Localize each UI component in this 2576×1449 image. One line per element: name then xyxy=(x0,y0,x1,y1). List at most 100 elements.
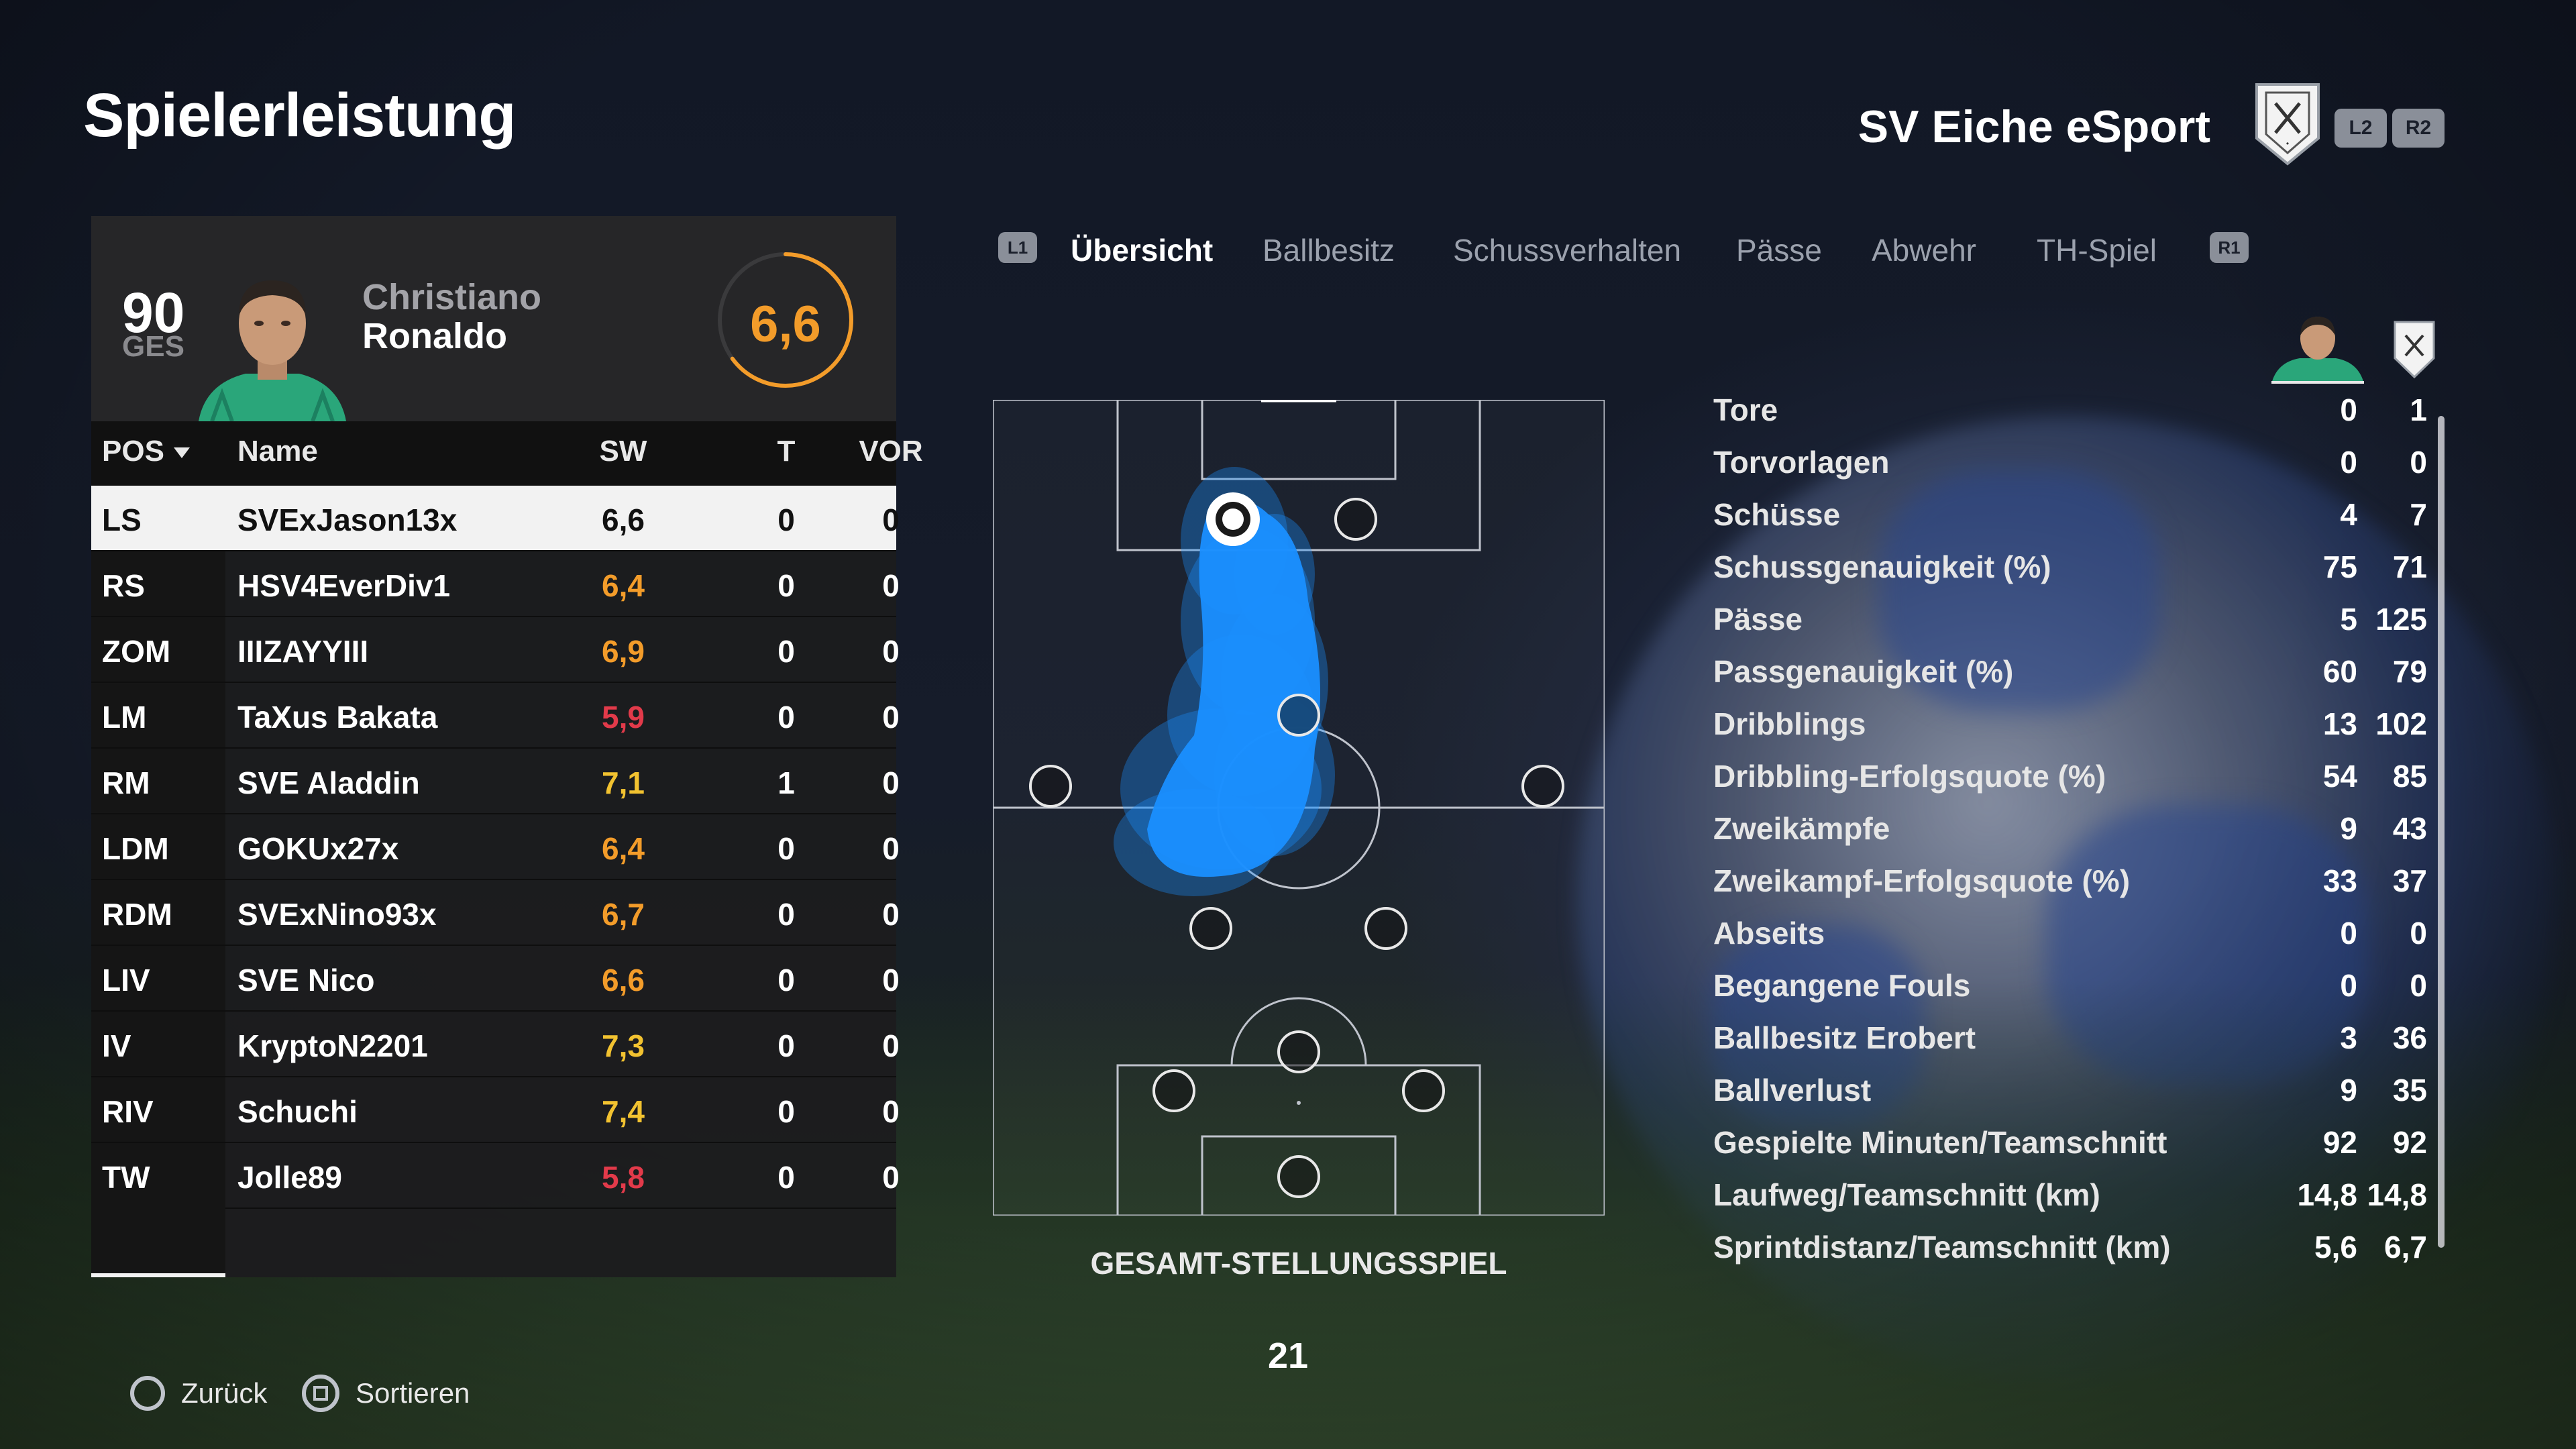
tab-ballbesitz[interactable]: Ballbesitz xyxy=(1263,232,1395,268)
sort-arrow-icon xyxy=(174,447,191,459)
cell-goals: 0 xyxy=(777,1160,795,1195)
cell-goals: 0 xyxy=(777,897,795,932)
l2-button[interactable]: L2 xyxy=(2334,109,2387,148)
cell-rating: 6,6 xyxy=(602,502,645,537)
cell-rating: 6,6 xyxy=(602,963,645,998)
cell-goals: 0 xyxy=(777,502,795,537)
stat-player-value: 4 xyxy=(2340,497,2357,532)
player-avatar xyxy=(199,280,346,421)
table-row[interactable]: RS HSV4EverDiv1 6,4 0 0 xyxy=(91,551,900,617)
col-goals-header[interactable]: T xyxy=(759,435,813,468)
cell-assists: 0 xyxy=(882,502,900,537)
l1-button[interactable]: L1 xyxy=(998,232,1037,263)
cell-position: ZOM xyxy=(102,634,171,669)
selected-player-marker-dot xyxy=(1222,508,1244,530)
cell-player-name: SVExJason13x xyxy=(237,502,458,537)
cell-goals: 0 xyxy=(777,634,795,669)
cell-rating: 6,9 xyxy=(602,634,645,669)
table-row[interactable]: LDM GOKUx27x 6,4 0 0 xyxy=(91,814,900,880)
cell-position: LIV xyxy=(102,963,150,998)
cell-assists: 0 xyxy=(882,765,900,800)
sort-button[interactable]: Sortieren xyxy=(302,1374,470,1413)
square-button-icon xyxy=(302,1375,339,1412)
table-row[interactable]: IV KryptoN2201 7,3 0 0 xyxy=(91,1012,900,1077)
cell-rating: 7,1 xyxy=(602,765,645,800)
cell-rating: 5,9 xyxy=(602,700,645,735)
cell-goals: 0 xyxy=(777,963,795,998)
stat-team-value: 79 xyxy=(2392,654,2427,689)
stat-player-value: 9 xyxy=(2340,1073,2357,1108)
stat-team-value: 92 xyxy=(2392,1125,2427,1160)
teammate-marker xyxy=(1152,1069,1195,1112)
tab-th-spiel[interactable]: TH-Spiel xyxy=(2037,232,2157,268)
table-row[interactable]: LM TaXus Bakata 5,9 0 0 xyxy=(91,683,900,749)
stat-team-value: 0 xyxy=(2410,968,2427,1003)
stat-label: Schüsse xyxy=(1713,497,1841,532)
stat-team-value: 1 xyxy=(2410,392,2427,427)
cell-assists: 0 xyxy=(882,634,900,669)
stat-label: Ballbesitz Erobert xyxy=(1713,1020,1976,1055)
stat-team-value: 0 xyxy=(2410,916,2427,951)
stats-scrollbar-thumb[interactable] xyxy=(2438,416,2445,1248)
r2-button[interactable]: R2 xyxy=(2392,109,2445,148)
teammate-marker xyxy=(1029,765,1072,808)
col-assists-header[interactable]: VOR xyxy=(857,435,924,468)
tab-übersicht[interactable]: Übersicht xyxy=(1071,232,1213,268)
stat-label: Dribblings xyxy=(1713,706,1866,741)
cell-goals: 0 xyxy=(777,1028,795,1063)
cell-rating: 6,4 xyxy=(602,831,645,866)
stat-player-value: 0 xyxy=(2340,968,2357,1003)
team-name: SV Eiche eSport xyxy=(1858,101,2210,152)
cell-player-name: Schuchi xyxy=(237,1094,358,1129)
player-last-name: Ronaldo xyxy=(362,316,507,356)
stat-label: Zweikampf-Erfolgsquote (%) xyxy=(1713,863,2131,898)
circle-button-icon xyxy=(130,1376,165,1411)
stat-team-value: 14,8 xyxy=(2367,1177,2427,1212)
cell-rating: 6,7 xyxy=(602,897,645,932)
table-row[interactable]: RIV Schuchi 7,4 0 0 xyxy=(91,1077,900,1143)
cell-player-name: GOKUx27x xyxy=(237,831,399,866)
stat-team-value: 37 xyxy=(2392,863,2427,898)
stat-label: Torvorlagen xyxy=(1713,445,1890,480)
table-row[interactable]: RDM SVExNino93x 6,7 0 0 xyxy=(91,880,900,946)
teammate-marker xyxy=(1402,1069,1445,1112)
r1-button[interactable]: R1 xyxy=(2210,232,2249,263)
sort-label: Sortieren xyxy=(356,1377,470,1409)
overall-label: GES xyxy=(122,330,184,363)
table-row[interactable]: LIV SVE Nico 6,6 0 0 xyxy=(91,946,900,1012)
teammate-marker xyxy=(1277,1030,1320,1073)
heatmap-label: GESAMT-STELLUNGSSPIEL xyxy=(1090,1246,1507,1281)
stat-label: Pässe xyxy=(1713,602,1803,637)
page-title: Spielerleistung xyxy=(83,81,516,150)
stat-player-value: 33 xyxy=(2322,863,2357,898)
cell-player-name: SVE Nico xyxy=(237,963,375,998)
stat-label: Sprintdistanz/Teamschnitt (km) xyxy=(1713,1230,2171,1265)
col-pos-header[interactable]: POS xyxy=(102,435,191,468)
table-row[interactable]: ZOM IIIZAYYIII 6,9 0 0 xyxy=(91,617,900,683)
cell-goals: 1 xyxy=(777,765,795,800)
stat-player-value: 0 xyxy=(2340,916,2357,951)
table-row[interactable]: LS SVExJason13x 6,6 0 0 xyxy=(91,486,900,551)
cell-position: RDM xyxy=(102,897,172,932)
cell-player-name: IIIZAYYIII xyxy=(237,634,369,669)
stat-team-value: 102 xyxy=(2375,706,2427,741)
teammate-marker xyxy=(1521,765,1564,808)
back-label: Zurück xyxy=(181,1377,268,1409)
stat-player-value: 92 xyxy=(2322,1125,2357,1160)
back-button[interactable]: Zurück xyxy=(130,1374,267,1413)
tab-abwehr[interactable]: Abwehr xyxy=(1872,232,1976,268)
col-rating-header[interactable]: SW xyxy=(573,435,674,468)
cell-assists: 0 xyxy=(882,897,900,932)
tab-pässe[interactable]: Pässe xyxy=(1736,232,1822,268)
player-panel: 90 GES Christiano Ronaldo 6,6 POS Name S… xyxy=(91,216,923,1277)
tab-schussverhalten[interactable]: Schussverhalten xyxy=(1453,232,1681,268)
stat-label: Dribbling-Erfolgsquote (%) xyxy=(1713,759,2106,794)
col-name-header[interactable]: Name xyxy=(237,435,318,468)
page-counter: 21 xyxy=(1267,1336,1309,1376)
cell-player-name: SVExNino93x xyxy=(237,897,437,932)
stat-label: Tore xyxy=(1713,392,1778,427)
cell-position: RM xyxy=(102,765,150,800)
stat-team-value: 125 xyxy=(2375,602,2427,637)
stat-label: Zweikämpfe xyxy=(1713,811,1890,846)
table-row[interactable]: RM SVE Aladdin 7,1 1 0 xyxy=(91,749,900,814)
